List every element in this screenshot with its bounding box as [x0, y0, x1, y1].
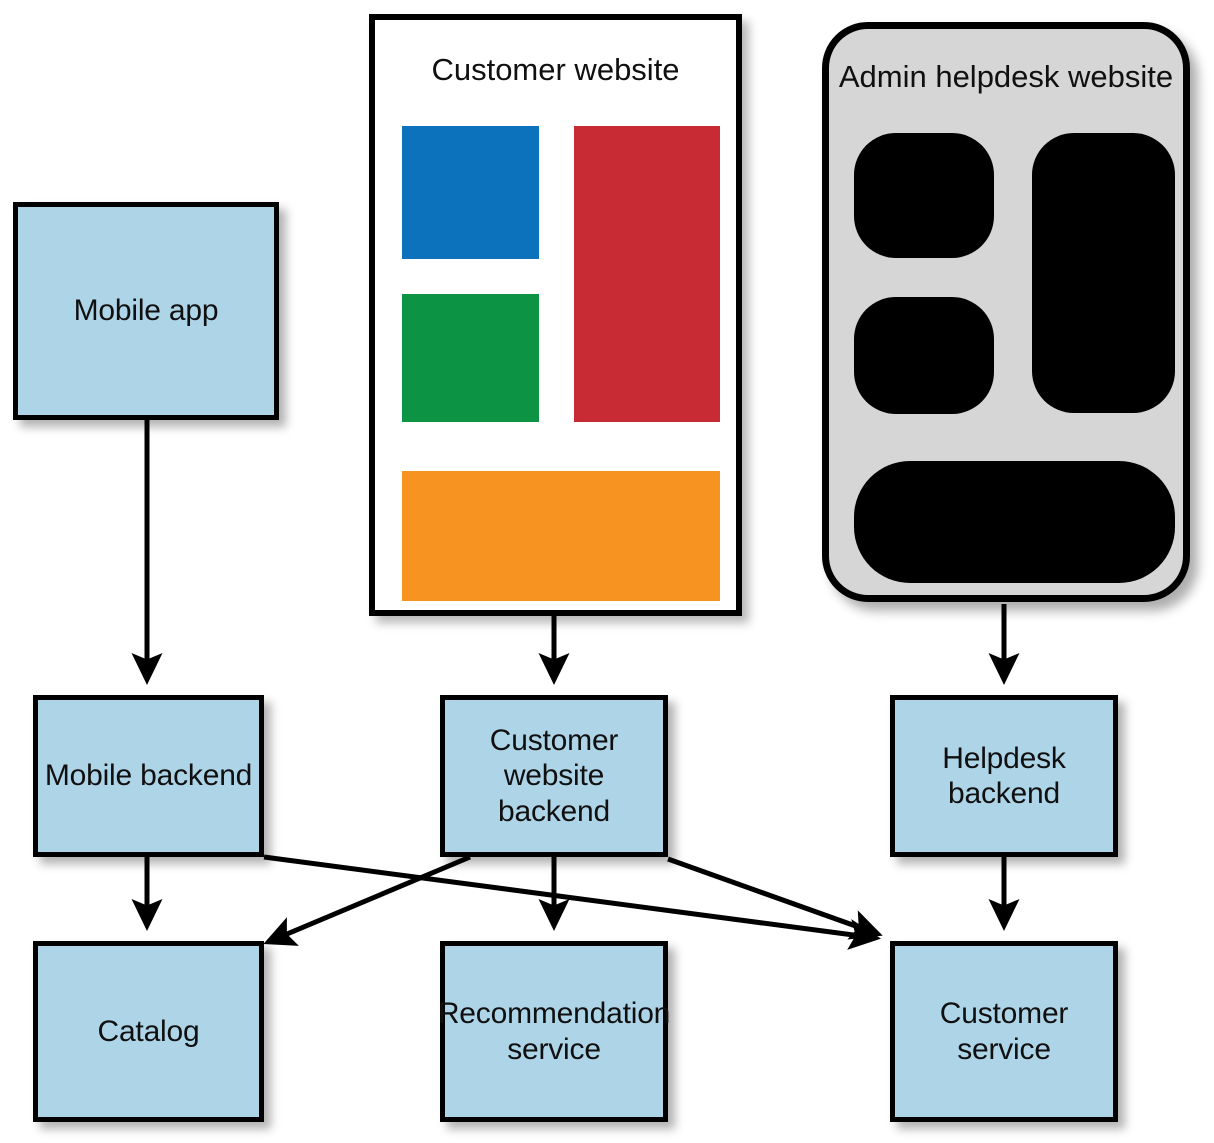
customer-website-panel[interactable]: Customer website	[369, 14, 742, 616]
admin-helpdesk-title: Admin helpdesk website	[838, 59, 1174, 94]
admin-helpdesk-top-left-block	[854, 133, 994, 258]
node-mobile-backend-label: Mobile backend	[44, 759, 253, 793]
node-catalog[interactable]: Catalog	[33, 941, 264, 1122]
node-recommendation-service-label: Recommendation service	[437, 997, 671, 1066]
customer-website-green-block	[402, 294, 539, 422]
node-mobile-app[interactable]: Mobile app	[13, 202, 279, 420]
node-mobile-app-label: Mobile app	[73, 294, 219, 328]
customer-website-red-block	[574, 126, 720, 422]
node-mobile-backend[interactable]: Mobile backend	[33, 695, 264, 857]
node-catalog-label: Catalog	[97, 1014, 200, 1048]
customer-website-blue-block	[402, 126, 539, 259]
customer-website-orange-block	[402, 471, 720, 601]
node-recommendation-service[interactable]: Recommendation service	[438, 941, 670, 1122]
architecture-diagram: Mobile app Customer website Admin helpde…	[0, 0, 1214, 1143]
admin-helpdesk-right-block	[1032, 133, 1175, 413]
node-customer-website-backend-label: Customer website backend	[489, 723, 619, 828]
node-helpdesk-backend[interactable]: Helpdesk backend	[890, 695, 1118, 857]
admin-helpdesk-panel[interactable]: Admin helpdesk website	[822, 22, 1190, 602]
node-customer-website-backend[interactable]: Customer website backend	[440, 695, 668, 857]
edge-cw-backend-to-catalog	[263, 854, 471, 946]
node-helpdesk-backend-label: Helpdesk backend	[942, 741, 1066, 810]
edge-cw-backend-to-customer-service	[667, 856, 883, 940]
node-customer-service[interactable]: Customer service	[890, 941, 1118, 1122]
admin-helpdesk-bottom-left-block	[854, 297, 994, 414]
customer-website-title: Customer website	[431, 52, 680, 87]
node-customer-service-label: Customer service	[939, 997, 1069, 1066]
edge-mobile-backend-to-customer-service	[263, 854, 881, 950]
admin-helpdesk-bottom-wide-block	[854, 461, 1175, 583]
